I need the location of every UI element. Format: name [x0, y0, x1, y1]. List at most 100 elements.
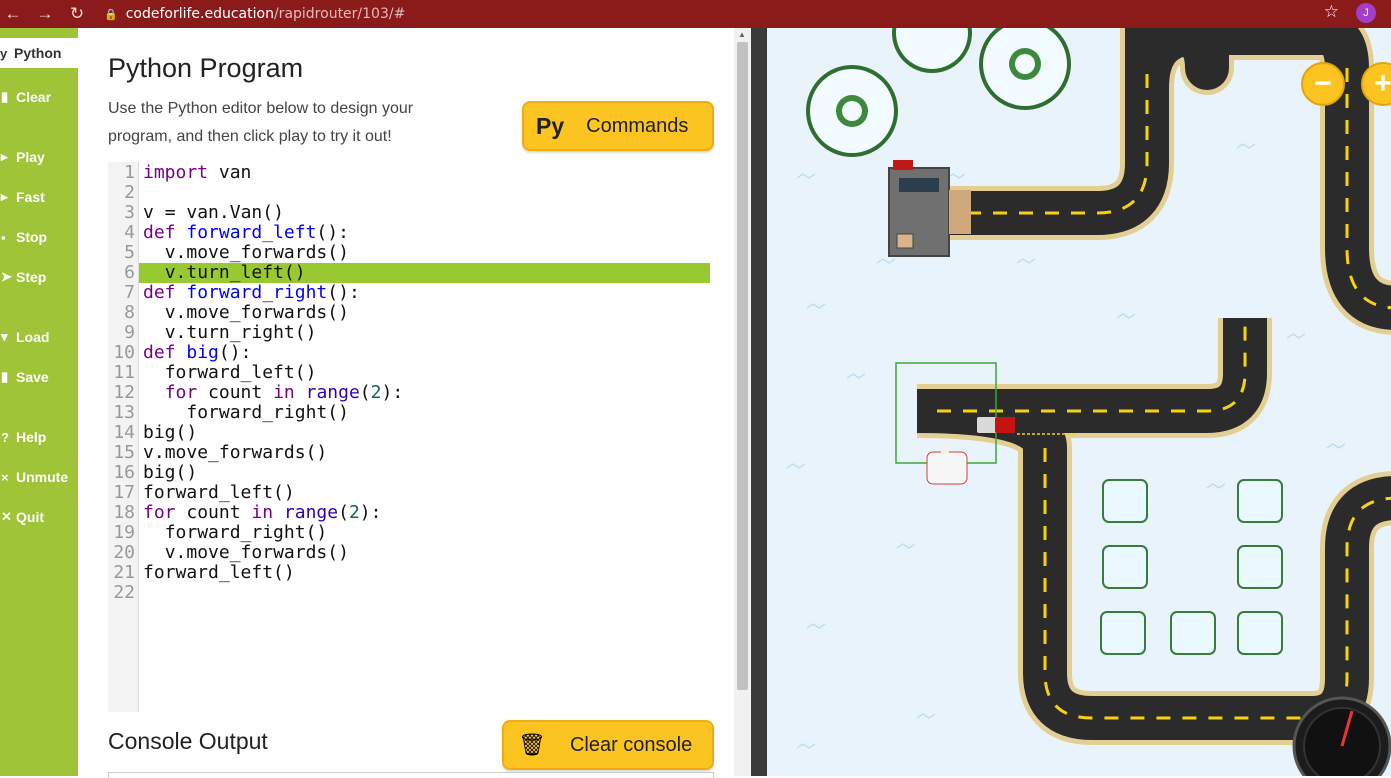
sidebar-step-button[interactable]: ➤ Step — [0, 263, 78, 291]
commands-button[interactable]: Py Commands — [522, 101, 714, 151]
code-text: v.turn_right() — [164, 322, 317, 343]
snow-trees — [806, 28, 1071, 157]
line-number: 7 — [124, 282, 135, 303]
code-line[interactable]: 22 — [108, 583, 714, 603]
code-text: forward_left() — [164, 362, 317, 383]
panel-scrollbar[interactable]: ▲ — [734, 28, 751, 776]
panel-divider[interactable] — [751, 28, 767, 776]
console-output — [108, 772, 714, 778]
sidebar-load-button[interactable]: ▾ Load — [0, 323, 78, 351]
fast-icon: ▸ — [1, 189, 8, 204]
browser-nav: ← → ↻ — [0, 4, 86, 24]
code-text: def forward_left(): — [143, 222, 349, 243]
sidebar-fast-button[interactable]: ▸ Fast — [0, 183, 78, 211]
line-number: 11 — [113, 362, 135, 383]
bookmark-star-icon[interactable]: ☆ — [1324, 2, 1339, 22]
code-text: v.move_forwards() — [164, 242, 349, 263]
code-line[interactable]: 16 big() — [108, 463, 714, 483]
page-description: Use the Python editor below to design yo… — [108, 100, 414, 145]
back-icon[interactable]: ← — [4, 4, 22, 24]
forward-icon[interactable]: → — [36, 4, 54, 24]
line-number: 5 — [124, 242, 135, 263]
code-editor[interactable]: 1 import van 2 3 v = van.Van() 4 def forward_l… — [108, 162, 714, 712]
code-text: big() — [143, 462, 198, 483]
code-line[interactable]: 1 import van — [108, 163, 714, 183]
tab-python-label: Python — [14, 45, 62, 61]
code-text: def big(): — [143, 342, 252, 363]
sidebar-quit-button[interactable]: ✕ Quit — [0, 503, 78, 531]
line-number: 2 — [124, 182, 135, 203]
code-line[interactable]: 2 — [108, 183, 714, 203]
code-line[interactable]: 10 def big(): — [108, 343, 714, 363]
sidebar-item-label: Play — [16, 149, 45, 165]
code-line[interactable]: 15 v.move_forwards() — [108, 443, 714, 463]
snow-shrubs — [1100, 479, 1283, 655]
stop-icon: ▪ — [1, 229, 6, 245]
zoom-out-icon: − — [1314, 67, 1332, 100]
line-number: 9 — [124, 322, 135, 343]
code-line[interactable]: 3 v = van.Van() — [108, 203, 714, 223]
code-line[interactable]: 13 forward_right() — [108, 403, 714, 423]
tab-python[interactable]: y Python — [0, 38, 78, 68]
code-line[interactable]: 17 forward_left() — [108, 483, 714, 503]
line-number: 6 — [124, 262, 135, 283]
game-map: − + — [767, 28, 1391, 776]
zoom-in-icon: + — [1374, 67, 1391, 100]
lock-icon: 🔒 — [104, 7, 118, 21]
code-text: for count in range(2): — [143, 502, 382, 523]
speedometer — [1292, 696, 1391, 776]
sidebar-play-button[interactable]: ▸ Play — [0, 143, 78, 171]
code-line[interactable]: 5 v.move_forwards() — [108, 243, 714, 263]
sidebar-stop-button[interactable]: ▪ Stop — [0, 223, 78, 251]
code-line[interactable]: 7 def forward_right(): — [108, 283, 714, 303]
line-number: 15 — [113, 442, 135, 463]
code-text: forward_left() — [143, 482, 295, 503]
code-text: forward_left() — [143, 562, 295, 583]
code-text: big() — [143, 422, 198, 443]
code-text: v.move_forwards() — [164, 542, 349, 563]
code-line[interactable]: 8 v.move_forwards() — [108, 303, 714, 323]
sidebar-clear-button[interactable]: ▮ Clear — [0, 83, 78, 111]
road-asphalt — [916, 28, 1391, 740]
load-icon: ▾ — [1, 329, 8, 344]
zoom-out-button[interactable]: − — [1301, 62, 1345, 106]
sidebar-item-label: Quit — [16, 509, 44, 525]
save-icon: ▮ — [1, 369, 9, 384]
quit-icon: ✕ — [1, 509, 12, 524]
sidebar-unmute-button[interactable]: × Unmute — [0, 463, 78, 491]
python-program-panel: Python Program Use the Python editor bel… — [78, 28, 734, 778]
code-line[interactable]: 21 forward_left() — [108, 563, 714, 583]
browser-toolbar: ← → ↻ 🔒 codeforlife.education/rapidroute… — [0, 0, 1391, 28]
sidebar-help-button[interactable]: ? Help — [0, 423, 78, 451]
sidebar-item-label: Fast — [16, 189, 45, 205]
page-title: Python Program — [108, 53, 304, 83]
sidebar-item-label: Clear — [16, 89, 52, 105]
code-line[interactable]: 19 forward_right() — [108, 523, 714, 543]
code-line[interactable]: 20 v.move_forwards() — [108, 543, 714, 563]
code-line[interactable]: 14 big() — [108, 423, 714, 443]
map-canvas — [786, 28, 1391, 776]
commands-button-label: Commands — [586, 114, 689, 137]
code-text: v.turn_left() — [139, 263, 710, 283]
help-icon: ? — [1, 429, 9, 445]
code-line[interactable]: 12 for count in range(2): — [108, 383, 714, 403]
scrollbar-thumb[interactable] — [737, 42, 748, 690]
clear-console-button[interactable]: 🗑 Clear console — [502, 720, 714, 770]
sidebar-save-button[interactable]: ▮ Save — [0, 363, 78, 391]
code-line[interactable]: 9 v.turn_right() — [108, 323, 714, 343]
address-bar[interactable]: 🔒 codeforlife.education/rapidrouter/103/… — [104, 6, 405, 22]
line-number: 16 — [113, 462, 135, 483]
code-line[interactable]: 4 def forward_left(): — [108, 223, 714, 243]
code-line[interactable]: 6 v.turn_left() — [108, 263, 714, 283]
reload-icon[interactable]: ↻ — [68, 4, 86, 24]
code-line[interactable]: 18 for count in range(2): — [108, 503, 714, 523]
profile-avatar[interactable]: J — [1356, 3, 1376, 23]
line-number: 10 — [113, 342, 135, 363]
sidebar-item-label: Unmute — [16, 469, 69, 485]
code-line[interactable]: 11 forward_left() — [108, 363, 714, 383]
code-text: forward_right() — [164, 522, 328, 543]
scroll-up-icon[interactable]: ▲ — [738, 30, 746, 39]
line-number: 22 — [113, 582, 135, 603]
line-number: 1 — [124, 162, 135, 183]
line-number: 12 — [113, 382, 135, 403]
